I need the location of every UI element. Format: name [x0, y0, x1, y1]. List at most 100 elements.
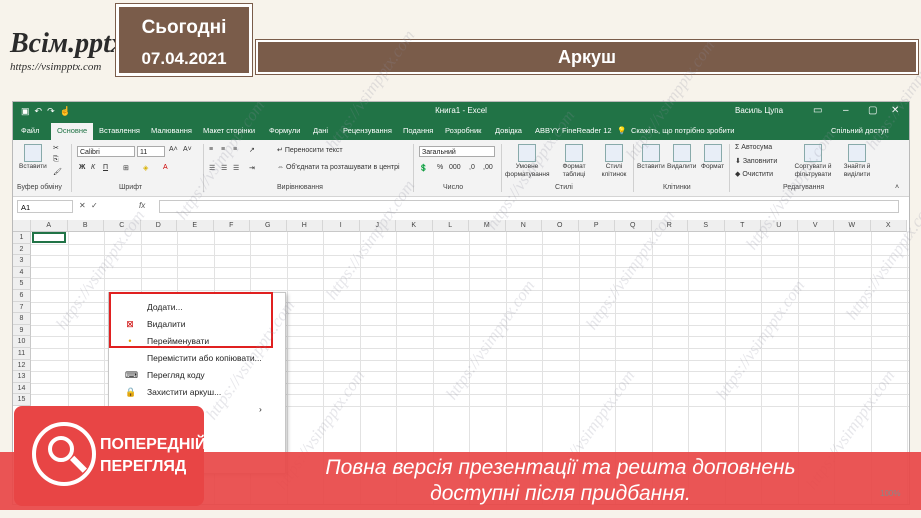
- number-format-select[interactable]: Загальний: [419, 146, 495, 157]
- tab-review[interactable]: Рецензування: [343, 126, 392, 135]
- column-header-e[interactable]: E: [177, 220, 214, 232]
- cut-icon[interactable]: ✂: [53, 144, 59, 152]
- row-header-9[interactable]: 9: [13, 324, 31, 337]
- insert-cells-button[interactable]: Вставити: [637, 144, 665, 171]
- column-header-d[interactable]: D: [140, 220, 177, 232]
- column-header-o[interactable]: O: [542, 220, 579, 232]
- close-icon[interactable]: ✕: [891, 105, 899, 116]
- format-cells-button[interactable]: Формат: [701, 144, 724, 171]
- tab-draw[interactable]: Малювання: [151, 126, 192, 135]
- align-right-icon[interactable]: ☰: [233, 164, 239, 172]
- zoom-level[interactable]: 100%: [880, 489, 900, 498]
- currency-icon[interactable]: 💲: [419, 164, 428, 172]
- column-header-t[interactable]: T: [724, 220, 761, 232]
- insert-function-icon[interactable]: fx: [139, 201, 145, 210]
- tell-me-search[interactable]: Скажіть, що потрібно зробити: [631, 126, 735, 135]
- tab-view[interactable]: Подання: [403, 126, 433, 135]
- row-header-13[interactable]: 13: [13, 371, 31, 383]
- select-all-corner[interactable]: [13, 220, 31, 232]
- column-header-u[interactable]: U: [761, 220, 798, 232]
- copy-icon[interactable]: ⎘: [53, 156, 59, 164]
- italic-icon[interactable]: К: [91, 164, 95, 171]
- align-center-icon[interactable]: ☰: [221, 164, 227, 172]
- column-header-l[interactable]: L: [432, 220, 469, 232]
- font-size-select[interactable]: 11: [137, 146, 165, 157]
- column-header-q[interactable]: Q: [615, 220, 652, 232]
- column-header-v[interactable]: V: [797, 220, 834, 232]
- format-painter-icon[interactable]: 🖌: [53, 168, 62, 176]
- column-header-n[interactable]: N: [505, 220, 542, 232]
- tab-insert[interactable]: Вставлення: [99, 126, 140, 135]
- row-header-14[interactable]: 14: [13, 382, 31, 395]
- autosum-button[interactable]: Σ Автосума: [735, 144, 772, 151]
- font-name-select[interactable]: Calibri: [77, 146, 135, 157]
- fill-button[interactable]: ⬇ Заповнити: [735, 157, 777, 165]
- column-header-w[interactable]: W: [834, 220, 871, 232]
- conditional-formatting-button[interactable]: Умовне форматування: [505, 144, 550, 179]
- column-header-c[interactable]: C: [104, 220, 141, 232]
- increase-decimal-icon[interactable]: ,0: [469, 164, 475, 171]
- tab-formulas[interactable]: Формули: [269, 126, 300, 135]
- row-header-4[interactable]: 4: [13, 266, 31, 279]
- minimize-icon[interactable]: –: [843, 105, 849, 116]
- row-header-1[interactable]: 1: [13, 232, 31, 244]
- share-button[interactable]: Спільний доступ: [831, 126, 889, 135]
- merge-center-button[interactable]: ⇔ Об'єднати та розташувати в центрі: [277, 164, 400, 171]
- sort-filter-button[interactable]: Сортувати й фільтрувати: [791, 144, 835, 179]
- paste-button[interactable]: Вставити: [19, 144, 47, 171]
- font-color-icon[interactable]: A: [163, 164, 168, 171]
- wrap-text-button[interactable]: ↵ Переносити текст: [277, 146, 343, 154]
- row-header-10[interactable]: 10: [13, 336, 31, 348]
- column-header-m[interactable]: M: [469, 220, 506, 232]
- tab-developer[interactable]: Розробник: [445, 126, 481, 135]
- column-header-x[interactable]: X: [870, 220, 907, 232]
- formula-cancel-icon[interactable]: ✕: [79, 201, 86, 210]
- clear-button[interactable]: ◆ Очистити: [735, 170, 773, 178]
- formula-enter-icon[interactable]: ✓: [91, 201, 98, 210]
- format-as-table-button[interactable]: Формат таблиці: [553, 144, 595, 179]
- tab-abbyy[interactable]: ABBYY FineReader 12: [535, 126, 612, 135]
- align-middle-icon[interactable]: ≡: [221, 146, 225, 153]
- column-header-s[interactable]: S: [688, 220, 725, 232]
- cell-styles-button[interactable]: Стилі клітинок: [597, 144, 631, 179]
- column-header-p[interactable]: P: [578, 220, 615, 232]
- delete-cells-button[interactable]: Видалити: [667, 144, 696, 171]
- column-header-b[interactable]: B: [67, 220, 104, 232]
- bold-icon[interactable]: Ж: [79, 164, 85, 171]
- row-header-5[interactable]: 5: [13, 278, 31, 290]
- collapse-ribbon-icon[interactable]: ˄: [895, 184, 899, 191]
- shrink-font-icon[interactable]: A˅: [183, 146, 192, 153]
- column-header-i[interactable]: I: [323, 220, 360, 232]
- column-header-j[interactable]: J: [359, 220, 396, 232]
- column-header-a[interactable]: A: [31, 220, 68, 232]
- decrease-decimal-icon[interactable]: ,00: [483, 164, 493, 171]
- row-header-3[interactable]: 3: [13, 255, 31, 267]
- active-cell[interactable]: [32, 232, 66, 243]
- tab-data[interactable]: Дані: [313, 126, 328, 135]
- column-header-h[interactable]: H: [286, 220, 323, 232]
- align-top-icon[interactable]: ≡: [209, 146, 213, 153]
- orientation-icon[interactable]: ↗: [249, 146, 255, 154]
- row-header-8[interactable]: 8: [13, 313, 31, 325]
- formula-input[interactable]: [159, 200, 899, 213]
- grow-font-icon[interactable]: A˄: [169, 146, 178, 153]
- row-header-2[interactable]: 2: [13, 243, 31, 256]
- column-header-r[interactable]: R: [651, 220, 688, 232]
- comma-icon[interactable]: 000: [449, 164, 461, 171]
- row-header-12[interactable]: 12: [13, 359, 31, 372]
- column-header-g[interactable]: G: [250, 220, 287, 232]
- column-header-f[interactable]: F: [213, 220, 250, 232]
- ribbon-options-icon[interactable]: ▭: [813, 105, 822, 116]
- row-header-7[interactable]: 7: [13, 301, 31, 314]
- tab-help[interactable]: Довідка: [495, 126, 522, 135]
- user-name[interactable]: Василь Цупа: [735, 106, 783, 115]
- tab-file[interactable]: Файл: [21, 126, 39, 135]
- context-item-view-code[interactable]: ⌨ Перегляд коду: [109, 367, 285, 383]
- borders-icon[interactable]: ⊞: [123, 164, 129, 172]
- row-header-15[interactable]: 15: [13, 394, 31, 406]
- underline-icon[interactable]: П: [103, 164, 108, 171]
- percent-icon[interactable]: %: [437, 164, 443, 171]
- indent-icon[interactable]: ⇥: [249, 164, 255, 172]
- align-bottom-icon[interactable]: ≡: [233, 146, 237, 153]
- tab-home[interactable]: Основне: [51, 123, 94, 140]
